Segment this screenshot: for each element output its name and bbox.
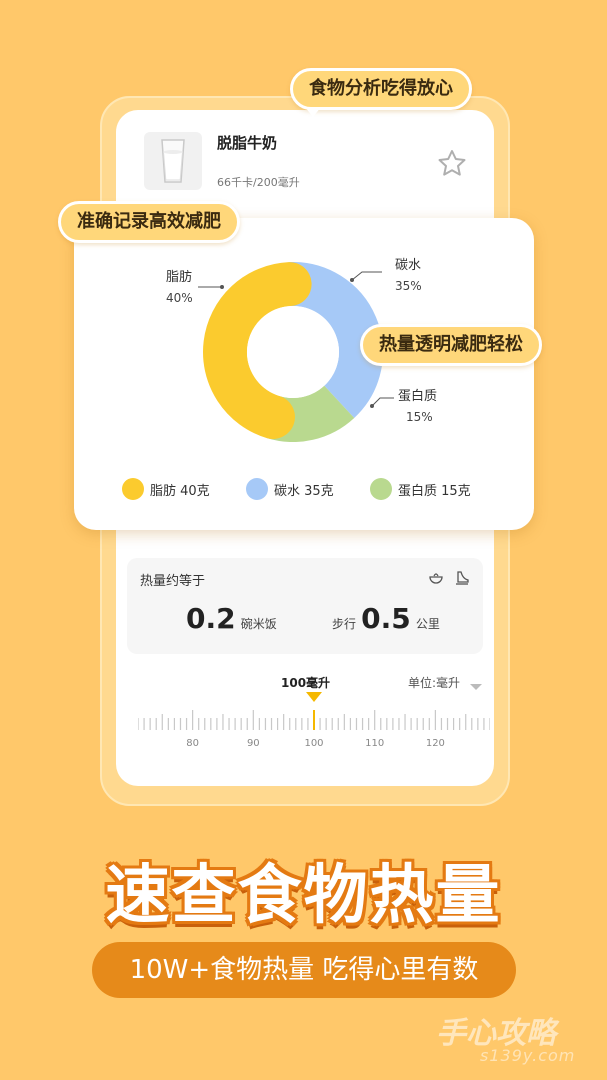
rice-equivalent: 0.2 碗米饭 <box>186 602 277 635</box>
rice-value: 0.2 <box>186 602 236 635</box>
headline: 速查食物热量 <box>105 859 502 933</box>
legend-carb-swatch <box>246 478 268 500</box>
legend-protein-label: 蛋白质 15克 <box>398 483 471 499</box>
donut-hole <box>247 306 339 398</box>
label-fat-name: 脂肪 <box>166 270 193 285</box>
legend-fat-swatch <box>122 478 144 500</box>
tag-accurate-record: 准确记录高效减肥 <box>58 201 240 243</box>
legend-carb-label: 碳水 35克 <box>274 483 334 499</box>
food-name: 脱脂牛奶 <box>217 134 278 152</box>
watermark-url: s139y.com <box>480 1046 576 1065</box>
ruler-tick-label: 80 <box>186 738 199 749</box>
walk-value: 0.5 <box>361 602 411 635</box>
label-protein-value: 15% <box>406 410 433 424</box>
milk-glass-icon <box>144 132 202 190</box>
ruler-tick-label: 100 <box>304 738 323 749</box>
equivalent-title: 热量约等于 <box>140 574 206 589</box>
bowl-icon[interactable] <box>428 570 444 586</box>
star-icon[interactable] <box>436 148 468 178</box>
walk-unit: 公里 <box>415 617 440 631</box>
volume-ruler-slider[interactable]: 80 90 100 110 120 <box>138 686 490 750</box>
tag-food-analysis: 食物分析吃得放心 <box>290 68 472 117</box>
legend-carb: 碳水 35克 <box>246 478 334 500</box>
label-fat-value: 40% <box>166 291 193 305</box>
label-protein-name: 蛋白质 <box>398 389 438 404</box>
legend-fat-label: 脂肪 40克 <box>150 483 210 499</box>
tag-calorie-transparent: 热量透明减肥轻松 <box>360 324 542 366</box>
label-carb: 碳水 35% <box>395 256 422 296</box>
ruler-tick-label: 110 <box>365 738 384 749</box>
legend-protein-swatch <box>370 478 392 500</box>
legend-protein: 蛋白质 15克 <box>370 478 471 500</box>
legend-fat: 脂肪 40克 <box>122 478 210 500</box>
ruler-tick-label: 120 <box>426 738 445 749</box>
ruler-pointer-icon[interactable] <box>306 692 322 702</box>
nutrition-donut-chart <box>203 262 383 442</box>
rice-unit: 碗米饭 <box>240 617 277 631</box>
label-fat: 脂肪 40% <box>166 268 193 308</box>
walk-equivalent: 步行 0.5 公里 <box>332 602 440 635</box>
shoe-icon[interactable] <box>454 570 470 586</box>
walk-prefix: 步行 <box>332 617 357 631</box>
label-protein: 蛋白质 15% <box>398 387 437 427</box>
label-carb-name: 碳水 <box>395 258 422 273</box>
subline: 10W+食物热量 吃得心里有数 <box>92 942 516 998</box>
label-carb-value: 35% <box>395 279 422 293</box>
ruler-tick-label: 90 <box>247 738 260 749</box>
food-calories: 66千卡/200毫升 <box>217 176 300 189</box>
